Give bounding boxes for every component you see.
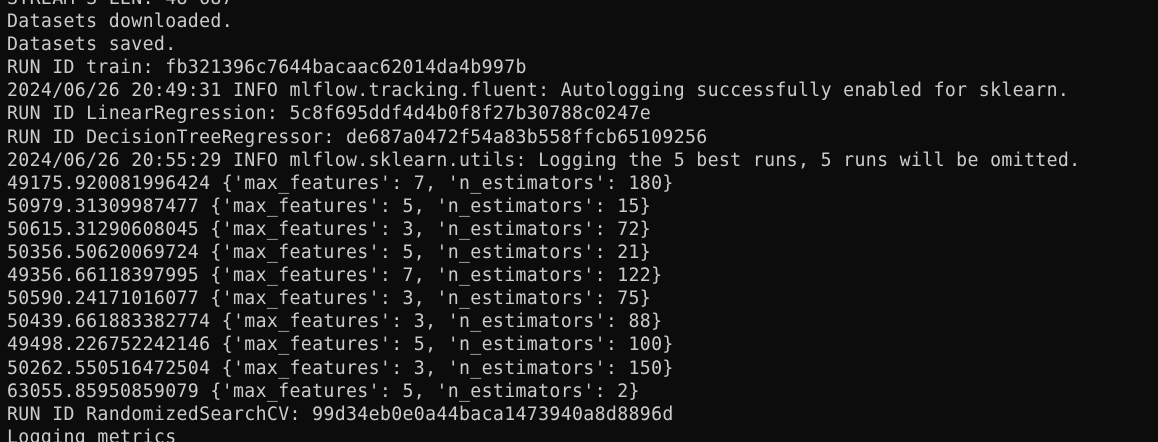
terminal-window[interactable]: STREAM'S LEN: 48 687 Datasets downloaded… — [0, 0, 1158, 442]
output-line: RUN ID train: fb321396c7644bacaac62014da… — [7, 57, 527, 79]
output-line: 50356.50620069724 {'max_features': 5, 'n… — [7, 242, 652, 264]
output-line: 50615.31290608045 {'max_features': 3, 'n… — [7, 218, 652, 240]
output-line: STREAM'S LEN: 48 687 — [7, 0, 1080, 10]
output-line: 50590.24171016077 {'max_features': 3, 'n… — [7, 288, 652, 310]
terminal-output[interactable]: STREAM'S LEN: 48 687 Datasets downloaded… — [7, 0, 1080, 442]
output-line: Logging metrics — [7, 426, 177, 442]
output-line: 50262.550516472504 {'max_features': 3, '… — [7, 357, 674, 379]
output-line: Datasets downloaded. — [7, 11, 233, 33]
output-line: 2024/06/26 20:49:31 INFO mlflow.tracking… — [7, 80, 1070, 102]
output-line: 49356.66118397995 {'max_features': 7, 'n… — [7, 265, 663, 287]
output-line: 50439.661883382774 {'max_features': 3, '… — [7, 311, 663, 333]
output-line: Datasets saved. — [7, 34, 177, 56]
output-line: 49175.920081996424 {'max_features': 7, '… — [7, 172, 674, 194]
output-line: RUN ID DecisionTreeRegressor: de687a0472… — [7, 126, 708, 148]
output-line: 2024/06/26 20:55:29 INFO mlflow.sklearn.… — [7, 149, 1081, 171]
output-line: RUN ID LinearRegression: 5c8f695ddf4d4b0… — [7, 103, 652, 125]
output-line: RUN ID RandomizedSearchCV: 99d34eb0e0a44… — [7, 403, 674, 425]
output-line: 49498.226752242146 {'max_features': 5, '… — [7, 334, 674, 356]
output-line: 50979.31309987477 {'max_features': 5, 'n… — [7, 195, 652, 217]
output-line: 63055.85950859079 {'max_features': 5, 'n… — [7, 380, 640, 402]
